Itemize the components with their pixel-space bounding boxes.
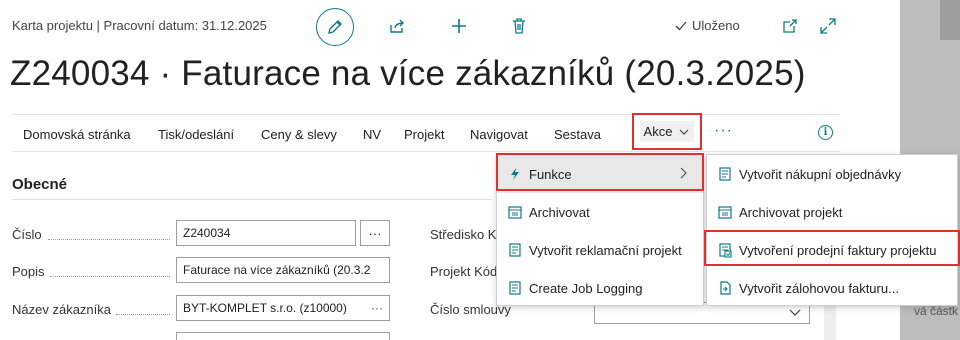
menu-item-label: Archivovat projekt: [739, 204, 843, 220]
plus-icon: [452, 19, 466, 33]
action-home[interactable]: Domovská stránka: [23, 127, 131, 142]
background-stripe: [940, 0, 960, 40]
open-new-window-button[interactable]: [780, 16, 800, 36]
archive-icon: [507, 204, 523, 220]
archive-icon: [717, 204, 733, 220]
description-field[interactable]: Faturace na více zákazníků (20.3.2: [176, 257, 390, 283]
document-icon: [507, 280, 523, 296]
menu-item-label: Vytvořit nákupní objednávky: [739, 166, 902, 182]
section-divider: [12, 199, 492, 200]
field-leader-dots: [50, 276, 170, 277]
pencil-icon: [328, 20, 342, 34]
customer-lookup-button[interactable]: ···: [371, 301, 383, 315]
number-field[interactable]: Z240034: [176, 220, 356, 246]
share-icon: [390, 19, 404, 33]
menu-item-create-purchase-orders[interactable]: Vytvořit nákupní objednávky: [707, 155, 957, 193]
document-arrow-icon: [717, 280, 733, 296]
action-report[interactable]: Sestava: [554, 127, 601, 142]
highlight-create-sales-invoice: [704, 230, 960, 266]
menu-item-label: Vytvořit reklamační projekt: [529, 242, 682, 258]
menu-item-label: Create Job Logging: [529, 280, 643, 296]
menu-item-label: Vytvořit zálohovou fakturu...: [739, 280, 899, 296]
share-button[interactable]: [386, 15, 408, 37]
check-icon: [675, 21, 687, 30]
page-title: Z240034 · Faturace na více zákazníků (20…: [10, 54, 806, 93]
action-prices-discounts[interactable]: Ceny & slevy: [261, 127, 337, 142]
menu-item-label: Archivovat: [529, 204, 590, 220]
field-leader-dots: [48, 239, 170, 240]
field-leader-dots: [116, 314, 170, 315]
action-project[interactable]: Projekt: [404, 127, 444, 142]
customer-name-field[interactable]: BYT-KOMPLET s.r.o. (z10000) ···: [176, 295, 390, 321]
page-caption: Karta projektu | Pracovní datum: 31.12.2…: [12, 18, 267, 33]
new-button[interactable]: [448, 15, 470, 37]
customer-name-value: BYT-KOMPLET s.r.o. (z10000): [183, 301, 347, 315]
menu-item-create-job-logging[interactable]: Create Job Logging: [497, 269, 703, 307]
trash-icon: [513, 18, 525, 34]
document-icon: [717, 166, 733, 182]
action-navigate[interactable]: Navigovat: [470, 127, 528, 142]
field-label-customer-name: Název zákazníka: [12, 302, 111, 317]
action-nv[interactable]: NV: [363, 127, 381, 142]
edit-button[interactable]: [316, 8, 354, 46]
menu-item-create-complaint-project[interactable]: Vytvořit reklamační projekt: [497, 231, 703, 269]
field-label-number: Číslo: [12, 227, 42, 242]
number-lookup-button[interactable]: ···: [360, 220, 390, 246]
akce-label: Akce: [643, 124, 673, 139]
field-label-project-code: Projekt Kód: [430, 264, 498, 279]
saved-label: Uloženo: [692, 18, 740, 33]
next-field[interactable]: [176, 332, 390, 340]
field-label-description: Popis: [12, 264, 45, 279]
delete-button[interactable]: [508, 15, 530, 37]
saved-status: Uloženo: [674, 18, 740, 33]
open-new-window-icon: [783, 19, 797, 33]
more-options-button[interactable]: ···: [714, 122, 733, 140]
expand-icon: [820, 18, 836, 34]
expand-button[interactable]: [818, 16, 838, 36]
document-icon: [507, 242, 523, 258]
field-label-cost-center: Středisko K: [430, 227, 497, 242]
chevron-down-icon: [680, 129, 689, 135]
menu-item-archive[interactable]: Archivovat: [497, 193, 703, 231]
menu-item-create-advance-invoice[interactable]: Vytvořit zálohovou fakturu...: [707, 269, 957, 307]
action-print-send[interactable]: Tisk/odeslání: [158, 127, 234, 142]
akce-menu-button[interactable]: Akce: [632, 113, 702, 150]
highlight-funkce: [496, 153, 704, 191]
section-title-general[interactable]: Obecné: [12, 176, 67, 193]
menu-item-archive-project[interactable]: Archivovat projekt: [707, 193, 957, 231]
info-icon[interactable]: i: [818, 125, 833, 140]
